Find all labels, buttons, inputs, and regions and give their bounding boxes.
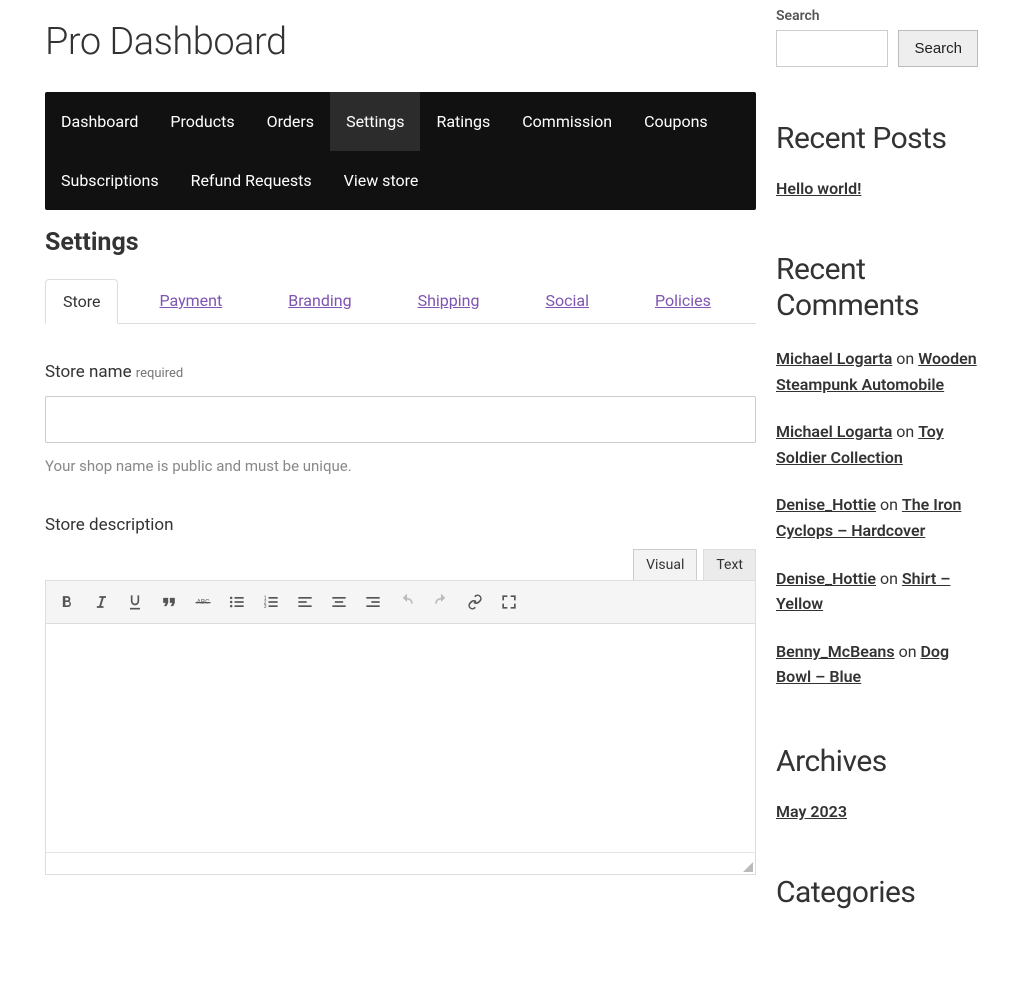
editor: ABC 123 xyxy=(45,580,756,875)
recent-post-link[interactable]: Hello world! xyxy=(776,179,861,198)
nav-item-coupons[interactable]: Coupons xyxy=(628,92,724,151)
store-description-label: Store description xyxy=(45,515,756,535)
recent-comments-widget: Recent Comments Michael Logarta on Woode… xyxy=(776,252,978,690)
editor-toolbar: ABC 123 xyxy=(46,581,755,624)
search-button[interactable]: Search xyxy=(898,30,978,67)
categories-widget: Categories xyxy=(776,875,978,911)
align-left-button[interactable] xyxy=(288,586,322,618)
comment-author-link[interactable]: Michael Logarta xyxy=(776,349,892,368)
svg-text:3: 3 xyxy=(264,604,267,610)
search-label: Search xyxy=(776,8,978,24)
store-name-label-text: Store name xyxy=(45,362,136,382)
nav-item-refund-requests[interactable]: Refund Requests xyxy=(175,151,328,210)
page-title: Pro Dashboard xyxy=(45,20,756,64)
store-description-field: Store description Visual Text ABC 123 xyxy=(45,515,756,875)
editor-tab-text[interactable]: Text xyxy=(703,549,756,580)
recent-comments-title: Recent Comments xyxy=(776,252,978,324)
comment-author-link[interactable]: Denise_Hottie xyxy=(776,495,876,514)
archives-title: Archives xyxy=(776,744,978,780)
comment-on-text: on xyxy=(896,422,918,441)
tab-branding[interactable]: Branding xyxy=(271,279,368,323)
nav-item-products[interactable]: Products xyxy=(154,92,250,151)
editor-tab-visual[interactable]: Visual xyxy=(633,549,697,580)
search-input[interactable] xyxy=(776,30,888,67)
store-name-help: Your shop name is public and must be uni… xyxy=(45,457,756,475)
quote-button[interactable] xyxy=(152,586,186,618)
comment-item: Michael Logarta on Toy Soldier Collectio… xyxy=(776,419,978,470)
tab-policies[interactable]: Policies xyxy=(638,279,728,323)
comment-item: Michael Logarta on Wooden Steampunk Auto… xyxy=(776,346,978,397)
nav-item-commission[interactable]: Commission xyxy=(506,92,628,151)
store-name-label: Store name required xyxy=(45,362,756,382)
nav-item-dashboard[interactable]: Dashboard xyxy=(45,92,154,151)
tab-store[interactable]: Store xyxy=(45,279,118,324)
tab-social[interactable]: Social xyxy=(528,279,605,323)
comment-item: Denise_Hottie on The Iron Cyclops – Hard… xyxy=(776,492,978,543)
editor-statusbar xyxy=(46,852,755,874)
sidebar: Search Search Recent Posts Hello world! … xyxy=(776,0,1024,985)
store-name-field: Store name required Your shop name is pu… xyxy=(45,362,756,475)
main-nav: Dashboard Products Orders Settings Ratin… xyxy=(45,92,756,210)
nav-item-view-store[interactable]: View store xyxy=(328,151,435,210)
undo-button[interactable] xyxy=(390,586,424,618)
recent-posts-widget: Recent Posts Hello world! xyxy=(776,121,978,198)
numbered-list-button[interactable]: 123 xyxy=(254,586,288,618)
comment-on-text: on xyxy=(880,495,902,514)
nav-item-ratings[interactable]: Ratings xyxy=(420,92,506,151)
svg-text:ABC: ABC xyxy=(197,598,210,606)
strikethrough-button[interactable]: ABC xyxy=(186,586,220,618)
editor-body[interactable] xyxy=(46,624,755,852)
bullet-list-button[interactable] xyxy=(220,586,254,618)
underline-button[interactable] xyxy=(118,586,152,618)
required-text: required xyxy=(136,366,183,381)
resize-handle-icon[interactable] xyxy=(743,862,753,872)
categories-title: Categories xyxy=(776,875,978,911)
nav-item-settings[interactable]: Settings xyxy=(330,92,420,151)
comment-on-text: on xyxy=(880,569,902,588)
comment-on-text: on xyxy=(896,349,918,368)
comment-author-link[interactable]: Denise_Hottie xyxy=(776,569,876,588)
comment-item: Benny_McBeans on Dog Bowl – Blue xyxy=(776,639,978,690)
fullscreen-button[interactable] xyxy=(492,586,526,618)
redo-button[interactable] xyxy=(424,586,458,618)
comment-author-link[interactable]: Michael Logarta xyxy=(776,422,892,441)
comment-on-text: on xyxy=(899,642,921,661)
nav-item-subscriptions[interactable]: Subscriptions xyxy=(45,151,175,210)
align-center-button[interactable] xyxy=(322,586,356,618)
recent-posts-title: Recent Posts xyxy=(776,121,978,157)
bold-button[interactable] xyxy=(50,586,84,618)
store-name-input[interactable] xyxy=(45,396,756,443)
search-widget: Search Search xyxy=(776,8,978,67)
archives-widget: Archives May 2023 xyxy=(776,744,978,821)
align-right-button[interactable] xyxy=(356,586,390,618)
link-button[interactable] xyxy=(458,586,492,618)
tab-payment[interactable]: Payment xyxy=(142,279,239,323)
nav-item-orders[interactable]: Orders xyxy=(251,92,330,151)
tab-shipping[interactable]: Shipping xyxy=(401,279,497,323)
italic-button[interactable] xyxy=(84,586,118,618)
editor-tabs: Visual Text xyxy=(45,549,756,580)
comment-author-link[interactable]: Benny_McBeans xyxy=(776,642,895,661)
settings-tabs: Store Payment Branding Shipping Social P… xyxy=(45,279,756,324)
archive-link[interactable]: May 2023 xyxy=(776,802,847,821)
comment-item: Denise_Hottie on Shirt – Yellow xyxy=(776,566,978,617)
section-heading: Settings xyxy=(45,228,756,257)
